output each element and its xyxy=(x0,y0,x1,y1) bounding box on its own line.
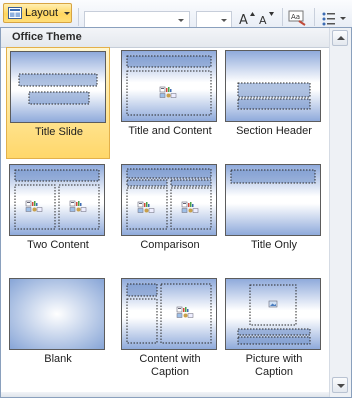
svg-text:A: A xyxy=(259,14,267,26)
layout-option-content-caption[interactable]: Content with Caption xyxy=(118,275,222,387)
section-title: Office Theme xyxy=(12,31,82,43)
bullets-icon[interactable] xyxy=(321,10,347,26)
layout-thumbnail-section-header xyxy=(225,50,321,122)
layout-thumbnail-title-slide xyxy=(10,51,106,123)
layout-option-label: Picture with Caption xyxy=(245,353,303,378)
shrink-font-icon[interactable]: A xyxy=(258,10,276,26)
layout-option-picture-caption[interactable]: Picture with Caption xyxy=(222,275,326,387)
layout-option-blank[interactable]: Blank xyxy=(6,275,110,387)
layout-option-comparison[interactable]: Comparison xyxy=(118,161,222,273)
layout-thumbnail-comparison xyxy=(121,164,217,236)
layout-icon xyxy=(8,7,22,19)
chevron-down-icon[interactable] xyxy=(178,19,184,22)
layout-option-label: Title and Content xyxy=(128,125,212,137)
svg-text:A: A xyxy=(239,13,248,26)
ribbon-separator xyxy=(78,8,79,26)
layout-option-title-only[interactable]: Title Only xyxy=(222,161,326,273)
layout-option-label: Two Content xyxy=(27,239,89,251)
layout-option-label: Content with Caption xyxy=(139,353,201,378)
ribbon-strip: Layout A A Aa xyxy=(0,0,352,28)
layout-option-label: Comparison xyxy=(140,239,200,251)
grow-font-icon[interactable]: A xyxy=(238,10,256,26)
layout-gallery: Office Theme Title Slide Title and Conte… xyxy=(0,27,352,398)
chevron-down-icon xyxy=(64,12,70,15)
scroll-down-button[interactable] xyxy=(332,377,348,393)
layout-option-label: Title Only xyxy=(250,239,298,251)
layout-option-label: Section Header xyxy=(236,125,312,137)
layout-thumbnail-blank xyxy=(9,278,105,350)
layout-option-section-header[interactable]: Section Header xyxy=(222,47,326,159)
font-size-combobox[interactable] xyxy=(196,11,232,28)
ribbon-separator xyxy=(314,8,315,26)
layout-option-title-content[interactable]: Title and Content xyxy=(118,47,222,159)
layout-option-two-content[interactable]: Two Content xyxy=(6,161,110,273)
layout-thumbnail-two-content xyxy=(9,164,105,236)
layout-thumbnail-picture-caption xyxy=(225,278,321,350)
layout-thumbnail-content-caption xyxy=(121,278,217,350)
layout-thumbnail-title-content xyxy=(121,50,217,122)
clear-formatting-icon[interactable]: Aa xyxy=(288,10,308,26)
gallery-footer xyxy=(1,392,329,397)
layout-option-label: Blank xyxy=(44,353,72,365)
font-name-combobox[interactable] xyxy=(84,11,190,28)
layout-option-title-slide[interactable]: Title Slide xyxy=(6,47,110,159)
layout-option-label: Title Slide xyxy=(35,126,83,138)
ribbon-separator xyxy=(282,8,283,26)
scroll-up-button[interactable] xyxy=(332,30,348,46)
layout-thumbnail-title-only xyxy=(225,164,321,236)
chevron-up-icon xyxy=(337,36,345,40)
gallery-scrollbar[interactable] xyxy=(329,28,351,397)
chevron-down-icon[interactable] xyxy=(221,19,227,22)
gallery-section-header: Office Theme xyxy=(1,28,329,48)
svg-text:Aa: Aa xyxy=(291,13,300,21)
layout-button[interactable]: Layout xyxy=(3,3,72,23)
layout-button-label: Layout xyxy=(25,7,59,19)
chevron-down-icon xyxy=(337,384,345,388)
